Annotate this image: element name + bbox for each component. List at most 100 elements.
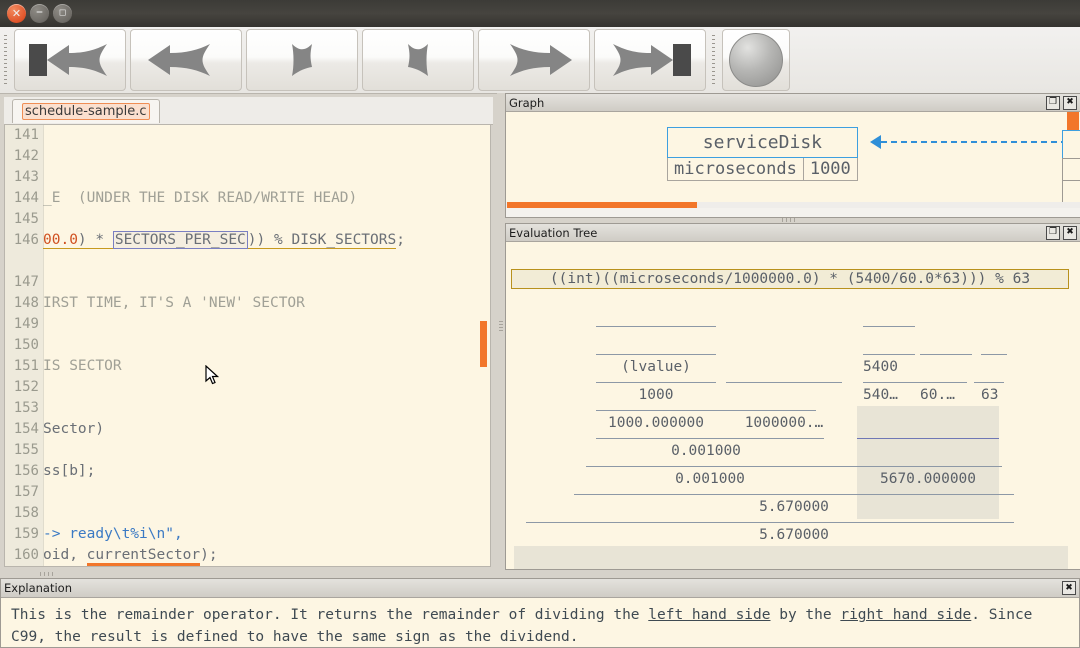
code-line[interactable]: 159 -> ready\t%i\n", [5,524,490,545]
eval-node-result[interactable]: 5 [514,546,1068,569]
graph-node-serviceDisk[interactable]: serviceDisk microseconds 1000 [667,127,858,181]
code-token: IS SECTOR [43,358,122,374]
graph-panel-restore-button[interactable]: ❐ [1046,95,1060,110]
graph-node-offscreen-header[interactable] [1062,130,1080,160]
graph-panel-title: Graph [509,95,545,110]
code-line-number: 144 [13,190,39,206]
arrow-left-icon [148,44,210,76]
code-token: % [274,232,292,249]
code-line-text: _E (UNDER THE DISK READ/WRITE HEAD) [43,188,357,209]
code-line[interactable]: 153 [5,398,490,419]
toolbar-button-step-forward-small[interactable] [362,29,474,91]
main-toolbar [0,27,1080,94]
eval-node-root-expression[interactable]: ((int)((microseconds/1000000.0) * (5400/… [511,269,1069,289]
graph-panel: Graph ❐ ✖ serviceDisk microseconds 1000 [505,93,1080,218]
code-line-text: ss[b]; [43,461,95,482]
code-line-number: 143 [13,169,39,185]
graph-scrollbar-thumb[interactable] [507,202,697,208]
code-line[interactable]: 156 ss[b]; [5,461,490,482]
code-token: ; [396,232,405,248]
explanation-link-left-hand-side[interactable]: left hand side [648,607,770,623]
code-line[interactable]: 147 [5,272,490,293]
code-token: SECTORS_PER_SEC [112,231,248,249]
code-token: 00.0 [43,232,78,249]
code-line[interactable]: 149 [5,314,490,335]
close-icon: ✕ [11,7,22,20]
code-line[interactable]: 142 [5,146,490,167]
window-minimize-button[interactable]: – [30,4,49,23]
toolbar-button-step-out-forward[interactable] [594,29,706,91]
window-controls: ✕ – ◻ [7,4,72,23]
maximize-icon: ◻ [58,8,67,18]
toolbar-button-step-forward[interactable] [478,29,590,91]
code-line-number: 142 [13,148,39,164]
code-line[interactable]: 158 [5,503,490,524]
code-line-text: 00.0) * SECTORS_PER_SEC)) % DISK_SECTORS… [43,230,405,251]
code-line-number: 148 [13,295,39,311]
arrow-small-right-icon [408,44,428,76]
code-lines[interactable]: 141 142 143 144 _E (UNDER THE DISK READ/WRIT… [5,125,490,566]
graph-node-offscreen-row-2 [1062,180,1080,204]
sphere-icon [729,33,783,87]
arrow-left-bar-icon [29,44,107,76]
code-token: oid, [43,547,87,563]
code-token: ); [200,547,218,563]
graph-panel-close-button[interactable]: ✖ [1063,95,1077,110]
vertical-splitter[interactable] [497,93,505,574]
code-line-text: IRST TIME, IT'S A 'NEW' SECTOR [43,293,305,314]
explanation-header: Explanation ✖ [1,579,1079,598]
code-token: IRST TIME, IT'S A 'NEW' SECTOR [43,295,305,311]
toolbar-button-step-backward[interactable] [130,29,242,91]
graph-node-offscreen-row-1 [1062,158,1080,182]
code-token: DISK_SECTORS [291,232,397,249]
code-line[interactable] [5,251,490,272]
code-line[interactable]: 146 00.0) * SECTORS_PER_SEC)) % DISK_SECT… [5,230,490,251]
code-line[interactable]: 154 Sector) [5,419,490,440]
code-editor[interactable]: 141 142 143 144 _E (UNDER THE DISK READ/WRIT… [4,124,491,567]
window-close-button[interactable]: ✕ [7,4,26,23]
code-line[interactable]: 155 [5,440,490,461]
code-line[interactable]: 157 [5,482,490,503]
graph-horizontal-scrollbar[interactable] [506,202,1080,208]
evaluation-tree-body[interactable]: ((int)((microseconds/1000000.0) * (5400/… [506,242,1080,569]
window-maximize-button[interactable]: ◻ [53,4,72,23]
editor-tab-schedule-sample-c[interactable]: schedule-sample.c [12,99,160,123]
code-line-number: 141 [13,127,39,143]
toolbar-button-step-back-small[interactable] [246,29,358,91]
code-line[interactable]: 145 [5,209,490,230]
toolbar-button-step-out-backward[interactable] [14,29,126,91]
code-line[interactable]: 141 [5,125,490,146]
code-line[interactable]: 148 IRST TIME, IT'S A 'NEW' SECTOR [5,293,490,314]
graph-edge-arrowhead [870,135,881,149]
graph-eval-splitter-grip[interactable] [782,218,796,222]
code-line[interactable]: 144 _E (UNDER THE DISK READ/WRITE HEAD) [5,188,490,209]
toolbar-drag-grip[interactable] [1,33,10,87]
code-line[interactable]: 143 [5,167,490,188]
editor-pane: schedule-sample.c 141 142 143 144 _E (UNDER … [0,93,497,574]
graph-node-header: serviceDisk [667,127,858,158]
arrow-right-icon [510,44,572,76]
code-token: -> ready\t%i\n", [43,526,183,542]
code-line-number: 145 [13,211,39,227]
graph-canvas[interactable]: serviceDisk microseconds 1000 [506,112,1080,208]
toolbar-button-status-indicator[interactable] [722,29,790,91]
editor-change-marker [480,321,487,367]
evaluation-tree-close-button[interactable]: ✖ [1063,225,1077,240]
bottom-splitter[interactable] [0,570,1080,578]
explanation-text: This is the remainder operator. It retur… [1,598,1079,647]
evaluation-tree-restore-button[interactable]: ❐ [1046,225,1060,240]
toolbar-secondary-grip[interactable] [709,33,718,87]
code-line-text: oid, currentSector); [43,545,218,566]
evaluation-tree-header: Evaluation Tree ❐ ✖ [506,224,1080,242]
explanation-link-right-hand-side[interactable]: right hand side [840,607,971,623]
code-line[interactable]: 160 oid, currentSector); [5,545,490,566]
evaluation-tree-canvas: ((int)((microseconds/1000000.0) * (5400/… [506,242,1080,569]
code-line[interactable]: 152 [5,377,490,398]
explanation-close-button[interactable]: ✖ [1062,581,1076,595]
code-line-number: 154 [13,421,39,437]
explanation-panel: Explanation ✖ This is the remainder oper… [0,578,1080,648]
code-line-number: 157 [13,484,39,500]
code-line[interactable]: 150 [5,335,490,356]
code-line[interactable]: 151 IS SECTOR [5,356,490,377]
graph-panel-header: Graph ❐ ✖ [506,94,1080,112]
